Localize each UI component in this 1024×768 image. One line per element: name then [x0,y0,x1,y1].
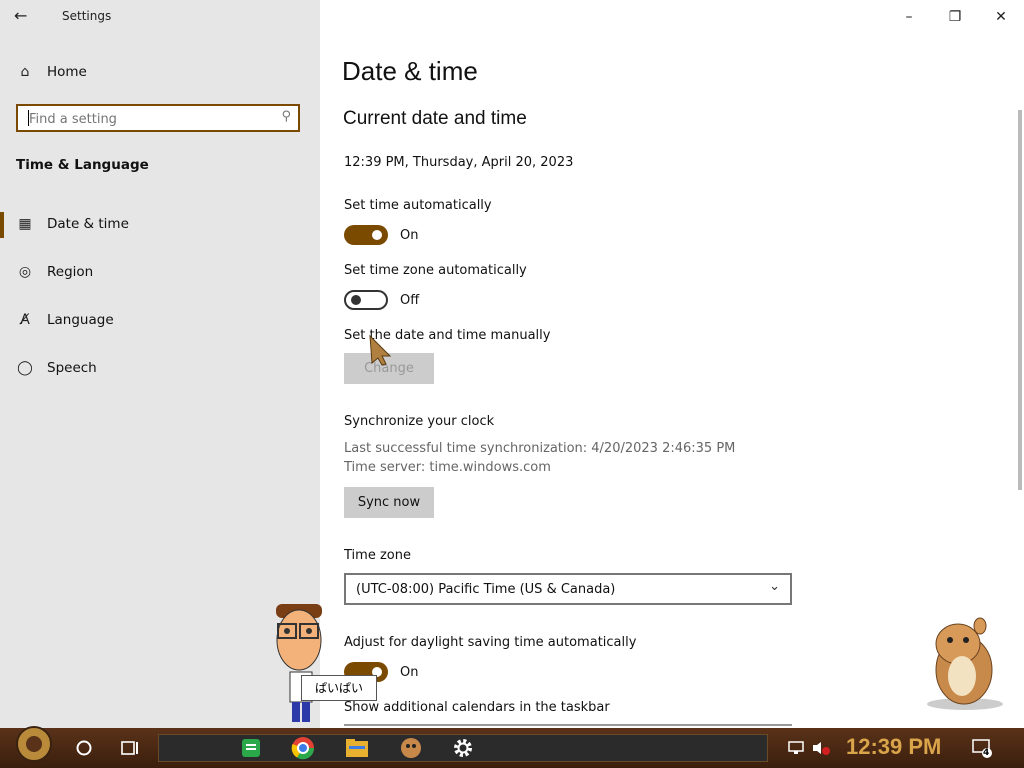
timezone-label: Time zone [344,548,411,563]
set-timezone-auto-toggle[interactable] [344,290,388,310]
calendars-select-edge[interactable] [344,724,792,726]
home-label: Home [47,64,87,80]
set-timezone-auto-label: Set time zone automatically [344,263,527,278]
settings-gear-icon[interactable] [448,734,478,762]
toggle-knob [372,230,382,240]
calendars-label: Show additional calendars in the taskbar [344,700,610,715]
daylight-label: Adjust for daylight saving time automati… [344,635,637,650]
speech-bubble: ぱいぱい [301,675,377,701]
set-timezone-auto-state: Off [400,293,420,308]
sync-now-button[interactable]: Sync now [344,487,434,518]
cursor-icon [366,334,394,366]
microphone-icon: ◯ [17,360,33,376]
calendar-clock-icon: ▦ [18,216,32,232]
set-time-auto-label: Set time automatically [344,198,492,213]
cortana-icon[interactable] [70,734,98,762]
sidebar-item-home[interactable]: ⌂ Home [0,55,320,91]
set-time-auto-state: On [400,228,419,243]
home-icon: ⌂ [20,64,30,80]
set-time-auto-toggle[interactable] [344,225,388,245]
volume-muted-icon[interactable] [810,734,832,762]
network-icon[interactable] [786,734,806,762]
search-input[interactable] [27,106,271,132]
app-mascot-icon[interactable] [396,734,426,762]
timezone-select[interactable]: (UTC-08:00) Pacific Time (US & Canada) ⌄ [344,573,792,605]
search-box[interactable]: ⚲ [16,104,300,132]
scrollbar[interactable] [1018,110,1022,490]
text-caret [28,110,29,126]
search-icon[interactable]: ⚲ [281,109,291,124]
section-label: Time & Language [16,157,149,173]
sidebar-item-speech[interactable]: ◯ Speech [0,351,320,387]
page-title: Date & time [342,56,478,86]
sidebar-item-label: Language [47,312,114,328]
sync-title: Synchronize your clock [344,414,495,429]
time-server-text: Time server: time.windows.com [344,460,551,475]
mascot-man-image [270,600,330,724]
chevron-down-icon: ⌄ [769,579,780,594]
restore-button[interactable]: ❐ [944,6,966,28]
task-view-icon[interactable] [116,734,144,762]
notification-count: 4 [983,748,990,758]
app-title: Settings [62,9,112,23]
timezone-value: (UTC-08:00) Pacific Time (US & Canada) [356,582,616,597]
notes-app-icon[interactable] [236,734,266,762]
sidebar-item-label: Speech [47,360,97,376]
minimize-button[interactable]: – [898,6,920,28]
toggle-knob [351,295,361,305]
globe-icon: ◎ [18,264,32,280]
start-button[interactable] [10,726,58,762]
section-title: Current date and time [343,108,527,129]
hamster-mascot-image [920,604,1010,710]
chrome-icon[interactable] [288,734,318,762]
sidebar-item-label: Region [47,264,94,280]
sidebar-item-language[interactable]: A̸ Language [0,303,320,339]
sidebar-item-label: Date & time [47,216,129,232]
language-icon: A̸ [20,312,30,328]
close-button[interactable]: ✕ [990,6,1012,28]
last-sync-text: Last successful time synchronization: 4/… [344,441,736,456]
file-explorer-icon[interactable] [342,734,372,762]
current-datetime: 12:39 PM, Thursday, April 20, 2023 [344,155,574,170]
sidebar-item-date-time[interactable]: ▦ Date & time [0,207,320,243]
back-arrow-icon[interactable]: ← [14,6,34,26]
daylight-state: On [400,665,419,680]
sidebar-item-region[interactable]: ◎ Region [0,255,320,291]
notification-center-icon[interactable]: 4 [970,734,994,762]
taskbar-clock[interactable]: 12:39 PM [846,734,941,760]
active-indicator [0,212,4,238]
